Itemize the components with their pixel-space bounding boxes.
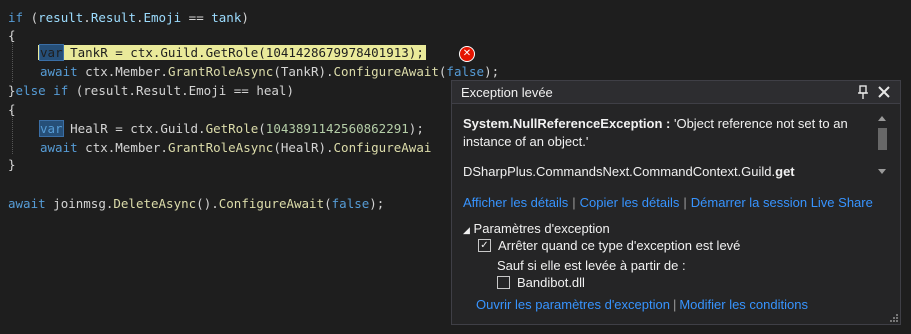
exception-message: System.NullReferenceException : 'Object … [463,116,848,149]
scrollbar-thumb[interactable] [878,128,887,150]
settings-links: Ouvrir les paramètres d'exception | Modifi… [476,297,808,312]
code-line-5: }else if (result.Result.Emoji == heal) [8,83,294,98]
exception-source: DSharpPlus.CommandsNext.CommandContext.G… [463,164,795,179]
popup-header: Exception levée [452,81,900,104]
pin-icon[interactable] [856,84,870,100]
code-line-1: if (result.Result.Emoji == tank) [8,10,249,25]
popup-title: Exception levée [461,85,553,100]
unless-label: Sauf si elle est levée à partir de : [497,258,686,273]
exception-popup: Exception levée System.NullReferenceExce… [451,80,901,325]
code-line-6: { [8,102,16,117]
open-exception-settings-link[interactable]: Ouvrir les paramètres d'exception [476,297,670,312]
var-keyword: var [39,120,64,137]
code-line-8: await ctx.Member.GrantRoleAsync(HealR).C… [40,140,432,155]
code-line-2: { [8,28,16,43]
code-line-3: var TankR = ctx.Guild.GetRole(1041428679… [38,44,426,61]
code-line-9: } [8,157,16,172]
details-links: Afficher les détails | Copier les détails |… [463,195,873,210]
error-icon[interactable]: ✕ [459,46,475,62]
show-details-link[interactable]: Afficher les détails [463,195,568,210]
break-checkbox[interactable]: ✓ [478,239,491,252]
copy-details-link[interactable]: Copier les détails [580,195,680,210]
module-exclusion-option[interactable]: Bandibot.dll [497,275,585,290]
code-line-4: await ctx.Member.GrantRoleAsync(TankR).C… [40,64,500,79]
close-icon[interactable] [876,84,892,100]
edit-conditions-link[interactable]: Modifier les conditions [679,297,808,312]
var-keyword: var [39,44,64,61]
live-share-link[interactable]: Démarrer la session Live Share [691,195,873,210]
module-checkbox[interactable] [497,276,510,289]
collapse-triangle-icon: ◢ [463,225,470,235]
message-scrollbar[interactable] [877,114,887,176]
resize-grip-icon[interactable] [890,314,898,322]
code-line-7: var HealR = ctx.Guild.GetRole(1043891142… [39,120,424,137]
code-line-11: await joinmsg.DeleteAsync().ConfigureAwa… [8,196,385,211]
break-on-exception-option[interactable]: ✓ Arrêter quand ce type d'exception est l… [478,238,740,253]
exception-settings-section[interactable]: ◢ Paramètres d'exception [463,221,610,236]
